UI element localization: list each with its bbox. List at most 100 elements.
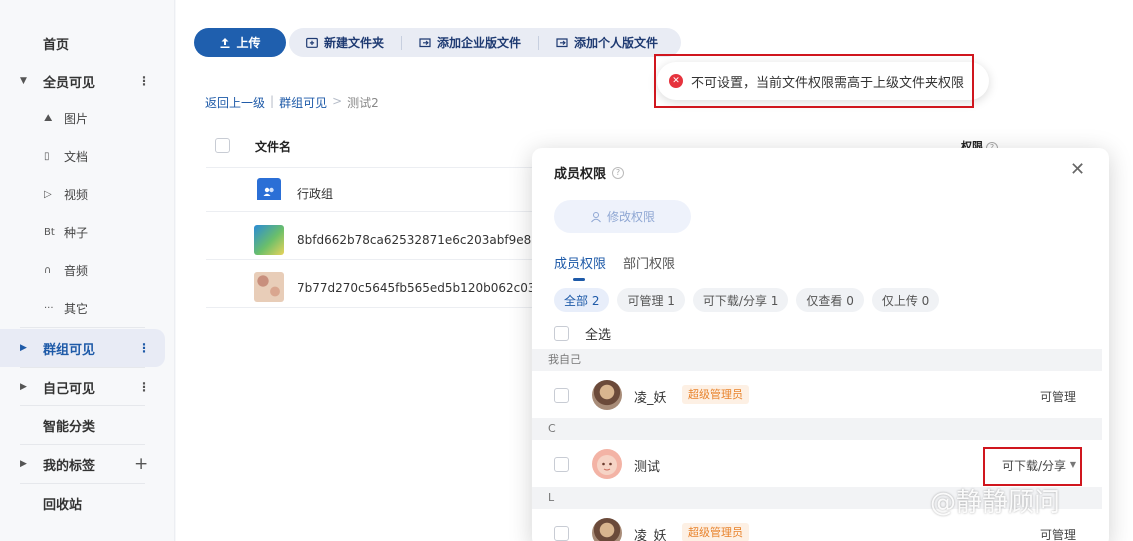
upload-icon — [220, 37, 230, 48]
select-all-checkbox[interactable] — [554, 326, 569, 341]
image-thumbnail — [254, 225, 284, 255]
member-name: 凌_妖 — [634, 529, 667, 541]
edit-permission-button[interactable]: 修改权限 — [554, 200, 691, 233]
more-vertical-icon[interactable]: ⋮ — [138, 74, 150, 88]
file-name[interactable]: 8bfd662b78ca62532871e6c203abf9e8.jpeg — [297, 233, 561, 247]
upload-button[interactable]: 上传 — [194, 28, 286, 57]
more-vertical-icon[interactable]: ⋮ — [138, 341, 150, 355]
member-name: 凌_妖 — [634, 391, 667, 406]
folder-icon — [257, 178, 281, 200]
sidebar-item-home[interactable]: 首页 — [0, 24, 165, 62]
caret-right-icon[interactable]: ▶ — [20, 343, 27, 353]
filter-view-only[interactable]: 仅查看 0 — [796, 288, 864, 312]
chevron-right-icon: > — [332, 94, 343, 108]
member-name: 测试 — [634, 460, 661, 475]
close-icon[interactable]: ✕ — [1070, 159, 1085, 180]
filter-all[interactable]: 全部 2 — [554, 288, 610, 312]
breadcrumb-back-link[interactable]: 返回上一级 — [205, 94, 265, 111]
select-all-row[interactable]: 全选 — [554, 324, 611, 343]
sidebar-item-label: 图片 — [64, 111, 89, 126]
new-folder-icon — [306, 37, 318, 48]
select-all-checkbox[interactable] — [215, 138, 230, 153]
sidebar-item-label: 自己可见 — [43, 381, 96, 397]
add-enterprise-file-button[interactable]: 添加企业版文件 — [402, 35, 540, 50]
edit-permission-label: 修改权限 — [606, 210, 655, 224]
highlight-frame — [654, 54, 974, 108]
sidebar-item-self-visible[interactable]: ▶ 自己可见 ⋮ — [0, 368, 165, 406]
sidebar-item-all-visible[interactable]: ▼ 全员可见 ⋮ — [0, 62, 165, 100]
sidebar-item-label: 智能分类 — [43, 419, 96, 435]
group-header: C — [532, 418, 1102, 440]
breadcrumb-separator: | — [270, 94, 275, 108]
add-file-icon — [419, 38, 431, 48]
member-role: 可管理 — [1039, 528, 1076, 541]
more-icon: ··· — [44, 302, 54, 314]
caret-right-icon[interactable]: ▶ — [20, 459, 27, 469]
sidebar-item-label: 群组可见 — [43, 342, 96, 358]
filter-manage[interactable]: 可管理 1 — [617, 288, 685, 312]
image-icon: ⛰ — [44, 112, 53, 124]
filter-chips: 全部 2 可管理 1 可下载/分享 1 仅查看 0 仅上传 0 — [554, 288, 940, 312]
member-checkbox[interactable] — [554, 388, 569, 403]
sidebar-item-group-visible[interactable]: ▶ 群组可见 ⋮ — [0, 329, 165, 367]
sidebar-item-audio[interactable]: ∩ 音频 — [44, 260, 88, 280]
file-name[interactable]: 7b77d270c5645fb565ed5b120b062c03.jpeg — [297, 281, 565, 295]
filter-download-share[interactable]: 可下载/分享 1 — [692, 288, 789, 312]
caret-down-icon[interactable]: ▼ — [20, 76, 27, 86]
document-icon: ▯ — [44, 150, 50, 162]
sidebar-item-my-tags[interactable]: ▶ 我的标签 + — [0, 445, 165, 483]
upload-label: 上传 — [236, 36, 261, 50]
more-vertical-icon[interactable]: ⋮ — [138, 380, 150, 394]
dialog-title: 成员权限 ? — [554, 163, 625, 182]
list-item: 凌_妖 超级管理员 可管理 — [532, 374, 1102, 418]
sidebar-item-smart-category[interactable]: 智能分类 — [0, 406, 165, 444]
member-role: 可管理 — [1039, 390, 1076, 404]
breadcrumb-current: 测试2 — [347, 96, 379, 110]
add-file-icon — [556, 38, 568, 48]
sidebar-item-label: 视频 — [64, 187, 89, 202]
highlight-frame — [983, 447, 1082, 486]
sidebar-item-label: 首页 — [43, 37, 70, 53]
sidebar-item-label: 种子 — [64, 225, 89, 240]
sidebar-item-label: 回收站 — [43, 497, 83, 513]
filter-upload-only[interactable]: 仅上传 0 — [871, 288, 940, 312]
permission-tabs: 成员权限 部门权限 — [554, 253, 675, 281]
breadcrumb-parent-link[interactable]: 群组可见 — [279, 94, 327, 111]
tab-department-permission[interactable]: 部门权限 — [623, 253, 675, 272]
sidebar-item-label: 其它 — [64, 301, 89, 316]
image-thumbnail — [254, 272, 284, 302]
tab-member-permission[interactable]: 成员权限 — [554, 253, 606, 281]
add-icon[interactable]: + — [134, 454, 148, 474]
add-personal-file-label: 添加个人版文件 — [574, 36, 659, 50]
new-folder-button[interactable]: 新建文件夹 — [289, 35, 403, 50]
help-icon[interactable]: ? — [612, 166, 625, 179]
sidebar-item-torrents[interactable]: Bt 种子 — [44, 222, 88, 242]
sidebar: 首页 ▼ 全员可见 ⋮ ⛰ 图片 ▯ 文档 ▷ 视频 Bt 种子 ∩ 音频 ··… — [0, 0, 175, 541]
avatar — [592, 518, 622, 541]
audio-icon: ∩ — [44, 264, 52, 276]
sidebar-item-images[interactable]: ⛰ 图片 — [44, 108, 88, 128]
breadcrumb: 返回上一级 | 群组可见 > 测试2 — [205, 94, 379, 111]
new-folder-label: 新建文件夹 — [324, 36, 385, 50]
column-header-name[interactable]: 文件名 — [255, 138, 291, 155]
sidebar-item-label: 音频 — [64, 263, 89, 278]
caret-right-icon[interactable]: ▶ — [20, 382, 27, 392]
avatar — [592, 380, 622, 410]
sidebar-item-label: 全员可见 — [43, 75, 96, 91]
sidebar-item-other[interactable]: ··· 其它 — [44, 298, 88, 318]
divider — [20, 327, 145, 328]
video-icon: ▷ — [44, 188, 52, 200]
sidebar-item-label: 我的标签 — [43, 458, 96, 474]
select-all-label: 全选 — [585, 328, 612, 343]
group-header: 我自己 — [532, 349, 1102, 371]
torrent-icon: Bt — [44, 226, 55, 238]
add-personal-file-button[interactable]: 添加个人版文件 — [539, 36, 675, 50]
member-checkbox[interactable] — [554, 457, 569, 472]
sidebar-item-documents[interactable]: ▯ 文档 — [44, 146, 88, 166]
sidebar-item-videos[interactable]: ▷ 视频 — [44, 184, 88, 204]
sidebar-item-recycle-bin[interactable]: 回收站 — [0, 484, 165, 522]
super-admin-badge: 超级管理员 — [682, 523, 749, 541]
file-name[interactable]: 行政组 — [297, 185, 333, 202]
dialog-title-text: 成员权限 — [554, 167, 607, 182]
member-checkbox[interactable] — [554, 526, 569, 541]
